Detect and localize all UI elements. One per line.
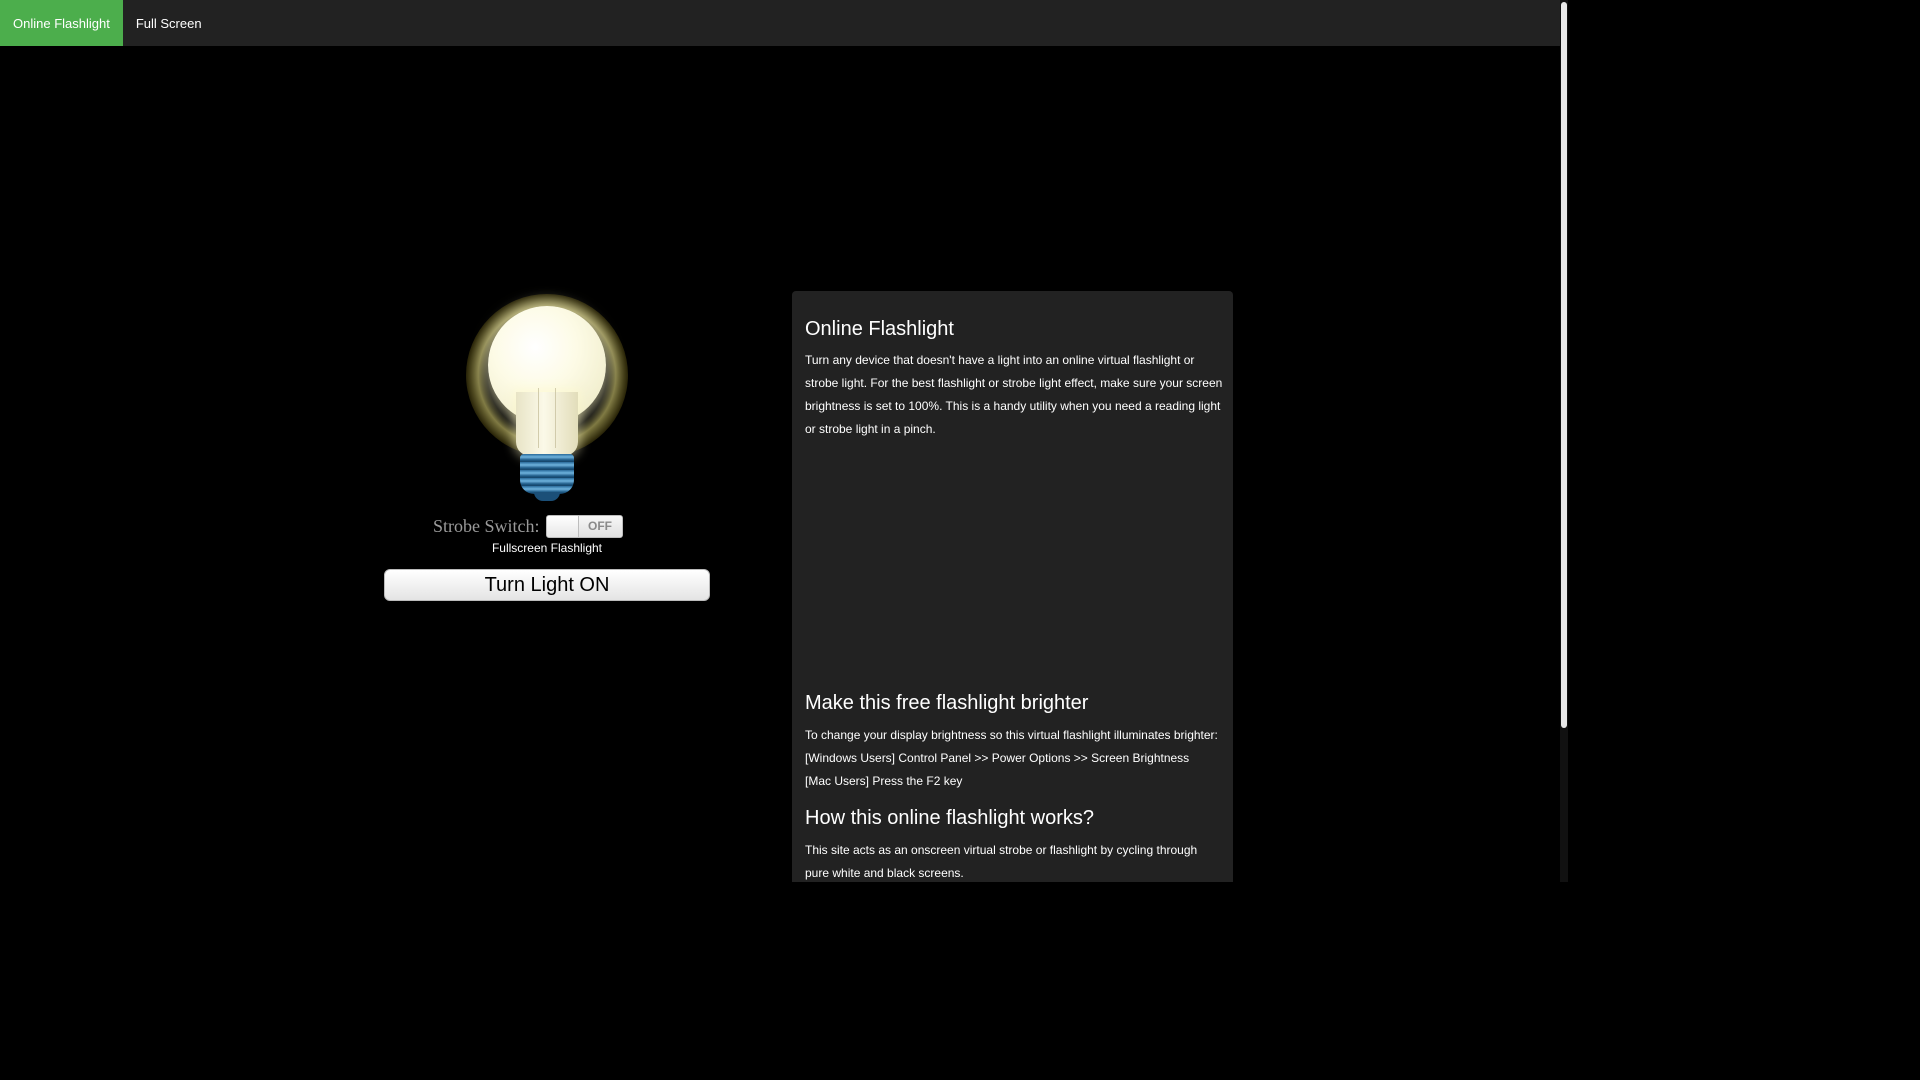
nav-item-online-flashlight[interactable]: Online Flashlight [0,0,123,46]
bulb-base [520,454,574,494]
strobe-switch-label: Strobe Switch: [433,515,540,536]
how-paragraph: This site acts as an onscreen virtual st… [805,843,1198,880]
strobe-switch-row: Strobe Switch: OFF [433,513,623,539]
strobe-toggle[interactable]: OFF [545,514,623,538]
info-panel: Online Flashlight Turn any device that d… [792,291,1233,882]
toggle-knob[interactable] [546,515,579,537]
page-scrollbar[interactable] [1560,0,1568,882]
brighter-line-2: [Windows Users] Control Panel >> Power O… [805,751,1190,765]
turn-light-on-button[interactable]: Turn Light ON [384,569,710,601]
fullscreen-flashlight-link[interactable]: Fullscreen Flashlight [384,541,710,555]
how-heading: How this online flashlight works? [805,807,1095,829]
brighter-line-3: [Mac Users] Press the F2 key [805,774,963,788]
brighter-line-1: To change your display brightness so thi… [805,728,1218,742]
ad-space [805,449,1220,679]
top-navbar: Online Flashlight Full Screen [0,0,1560,46]
brighter-heading: Make this free flashlight brighter [805,692,1089,714]
panel-title: Online Flashlight [805,318,954,340]
bulb-filament [538,388,556,448]
light-bulb-icon [462,292,632,504]
bulb-tip [534,492,560,501]
nav-item-full-screen[interactable]: Full Screen [123,0,215,46]
scrollbar-thumb[interactable] [1561,2,1567,728]
toggle-state-label: OFF [578,515,622,537]
intro-paragraph: Turn any device that doesn't have a ligh… [805,353,1223,436]
